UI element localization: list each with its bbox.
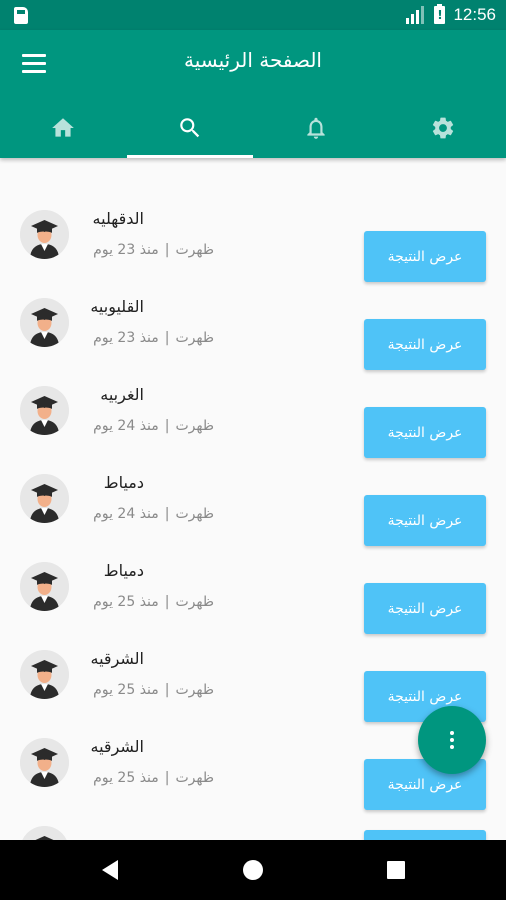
meta-separator: |	[164, 506, 170, 522]
result-meta: ظهرت | منذ 25 يوم	[93, 594, 214, 610]
result-title: دمياط	[103, 473, 144, 492]
result-age: منذ 24 يوم	[93, 418, 159, 434]
result-age: منذ 23 يوم	[93, 330, 159, 346]
status-bar: 12:56	[0, 0, 506, 30]
list-item: دمياط ظهرت | منذ 25 يوم عرض النتيجة	[0, 550, 506, 638]
back-button[interactable]	[80, 840, 140, 900]
result-title: الغربيه	[100, 385, 144, 404]
result-age: منذ 25 يوم	[93, 594, 159, 610]
view-result-button[interactable]: عرض النتيجة	[364, 495, 486, 546]
view-result-button[interactable]: عرض النتيجة	[364, 231, 486, 282]
result-age: منذ 25 يوم	[93, 770, 159, 786]
tab-home[interactable]	[0, 98, 127, 158]
result-meta: ظهرت | منذ 25 يوم	[93, 682, 214, 698]
battery-alert-icon	[434, 4, 446, 24]
result-title: الشرقيه	[90, 649, 144, 668]
view-result-button[interactable]: عرض النتيجة	[364, 583, 486, 634]
tab-notifications[interactable]	[253, 98, 380, 158]
view-result-button[interactable]: عرض النتيجة	[364, 407, 486, 458]
graduate-avatar	[20, 738, 69, 787]
meta-separator: |	[164, 770, 170, 786]
signal-icon	[406, 6, 426, 24]
meta-separator: |	[164, 242, 170, 258]
result-status: ظهرت	[175, 594, 215, 610]
result-meta: ظهرت | منذ 24 يوم	[93, 506, 214, 522]
result-title: دمياط	[103, 561, 144, 580]
result-status: ظهرت	[175, 770, 215, 786]
result-status: ظهرت	[175, 682, 215, 698]
recents-button[interactable]	[366, 840, 426, 900]
view-result-button[interactable]	[364, 830, 486, 840]
home-icon	[52, 118, 75, 137]
app-bar: الصفحة الرئيسية	[0, 30, 506, 158]
result-title: الدقهليه	[92, 209, 144, 228]
gear-icon	[432, 117, 453, 139]
search-icon	[180, 118, 199, 138]
system-nav-bar	[0, 840, 506, 900]
result-status: ظهرت	[175, 242, 215, 258]
meta-separator: |	[164, 594, 170, 610]
tab-bar	[0, 98, 506, 158]
bell-icon	[307, 117, 325, 139]
home-button[interactable]	[223, 840, 283, 900]
result-status: ظهرت	[175, 418, 215, 434]
list-item: دمياط ظهرت | منذ 24 يوم عرض النتيجة	[0, 462, 506, 550]
result-status: ظهرت	[175, 506, 215, 522]
view-result-button[interactable]: عرض النتيجة	[364, 319, 486, 370]
status-time: 12:56	[453, 5, 496, 24]
meta-separator: |	[164, 418, 170, 434]
graduate-avatar	[20, 650, 69, 699]
result-meta: ظهرت | منذ 23 يوم	[93, 242, 214, 258]
home-circle-icon	[243, 860, 263, 880]
list-item: الدقهليه ظهرت | منذ 23 يوم عرض النتيجة	[0, 198, 506, 286]
graduate-avatar	[20, 474, 69, 523]
graduate-avatar	[20, 826, 69, 840]
list-item-partial	[0, 814, 506, 840]
recents-square-icon	[387, 861, 405, 879]
graduate-avatar	[20, 386, 69, 435]
page-title: الصفحة الرئيسية	[184, 48, 322, 72]
tab-settings[interactable]	[380, 98, 506, 158]
graduate-avatar	[20, 562, 69, 611]
result-title: الشرقيه	[90, 737, 144, 756]
status-icons: 12:56	[406, 4, 496, 25]
list-item: القليوبيه ظهرت | منذ 23 يوم عرض النتيجة	[0, 286, 506, 374]
result-meta: ظهرت | منذ 24 يوم	[93, 418, 214, 434]
result-title: القليوبيه	[90, 297, 144, 316]
result-meta: ظهرت | منذ 25 يوم	[93, 770, 214, 786]
meta-separator: |	[164, 682, 170, 698]
tab-search[interactable]	[126, 98, 254, 158]
result-age: منذ 25 يوم	[93, 682, 159, 698]
meta-separator: |	[164, 330, 170, 346]
graduate-avatar	[20, 298, 69, 347]
result-age: منذ 23 يوم	[93, 242, 159, 258]
list-item: الغربيه ظهرت | منذ 24 يوم عرض النتيجة	[0, 374, 506, 462]
graduate-avatar	[20, 210, 69, 259]
more-vertical-icon	[450, 731, 454, 735]
back-icon	[102, 860, 118, 880]
sim-card-icon	[14, 7, 28, 24]
more-options-fab[interactable]	[418, 706, 486, 774]
result-meta: ظهرت | منذ 23 يوم	[93, 330, 214, 346]
result-status: ظهرت	[175, 330, 215, 346]
result-age: منذ 24 يوم	[93, 506, 159, 522]
